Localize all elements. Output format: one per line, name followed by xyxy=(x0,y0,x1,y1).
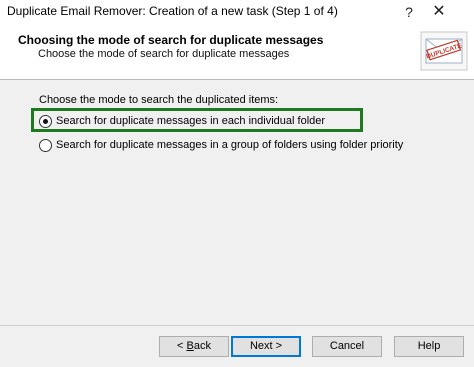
header-title: Choosing the mode of search for duplicat… xyxy=(18,33,324,47)
cancel-button[interactable]: Cancel xyxy=(312,336,382,357)
wizard-header: Choosing the mode of search for duplicat… xyxy=(0,24,474,80)
footer-divider xyxy=(0,325,474,326)
option-folder-priority[interactable]: Search for duplicate messages in a group… xyxy=(39,137,403,153)
help-icon[interactable]: ? xyxy=(398,1,420,23)
option-individual-folder[interactable]: Search for duplicate messages in each in… xyxy=(39,113,325,129)
mode-prompt: Choose the mode to search the duplicated… xyxy=(39,94,279,106)
close-icon[interactable]: ✕ xyxy=(428,1,450,23)
window-title: Duplicate Email Remover: Creation of a n… xyxy=(7,4,338,18)
back-accel: B xyxy=(186,340,194,352)
header-subtitle: Choose the mode of search for duplicate … xyxy=(38,48,290,60)
title-bar: Duplicate Email Remover: Creation of a n… xyxy=(0,0,474,24)
option-label: Search for duplicate messages in each in… xyxy=(56,115,326,127)
back-rest: ack xyxy=(193,340,211,352)
back-prefix: < xyxy=(177,340,187,352)
duplicate-envelope-icon: DUPLICATE xyxy=(420,31,468,71)
radio-folder-priority[interactable] xyxy=(39,138,52,152)
next-button[interactable]: Next > xyxy=(231,336,301,357)
option-label: Search for duplicate messages in a group… xyxy=(56,139,404,151)
back-button[interactable]: < Back xyxy=(159,336,229,357)
radio-individual-folder[interactable] xyxy=(39,114,52,128)
help-button[interactable]: Help xyxy=(394,336,464,357)
